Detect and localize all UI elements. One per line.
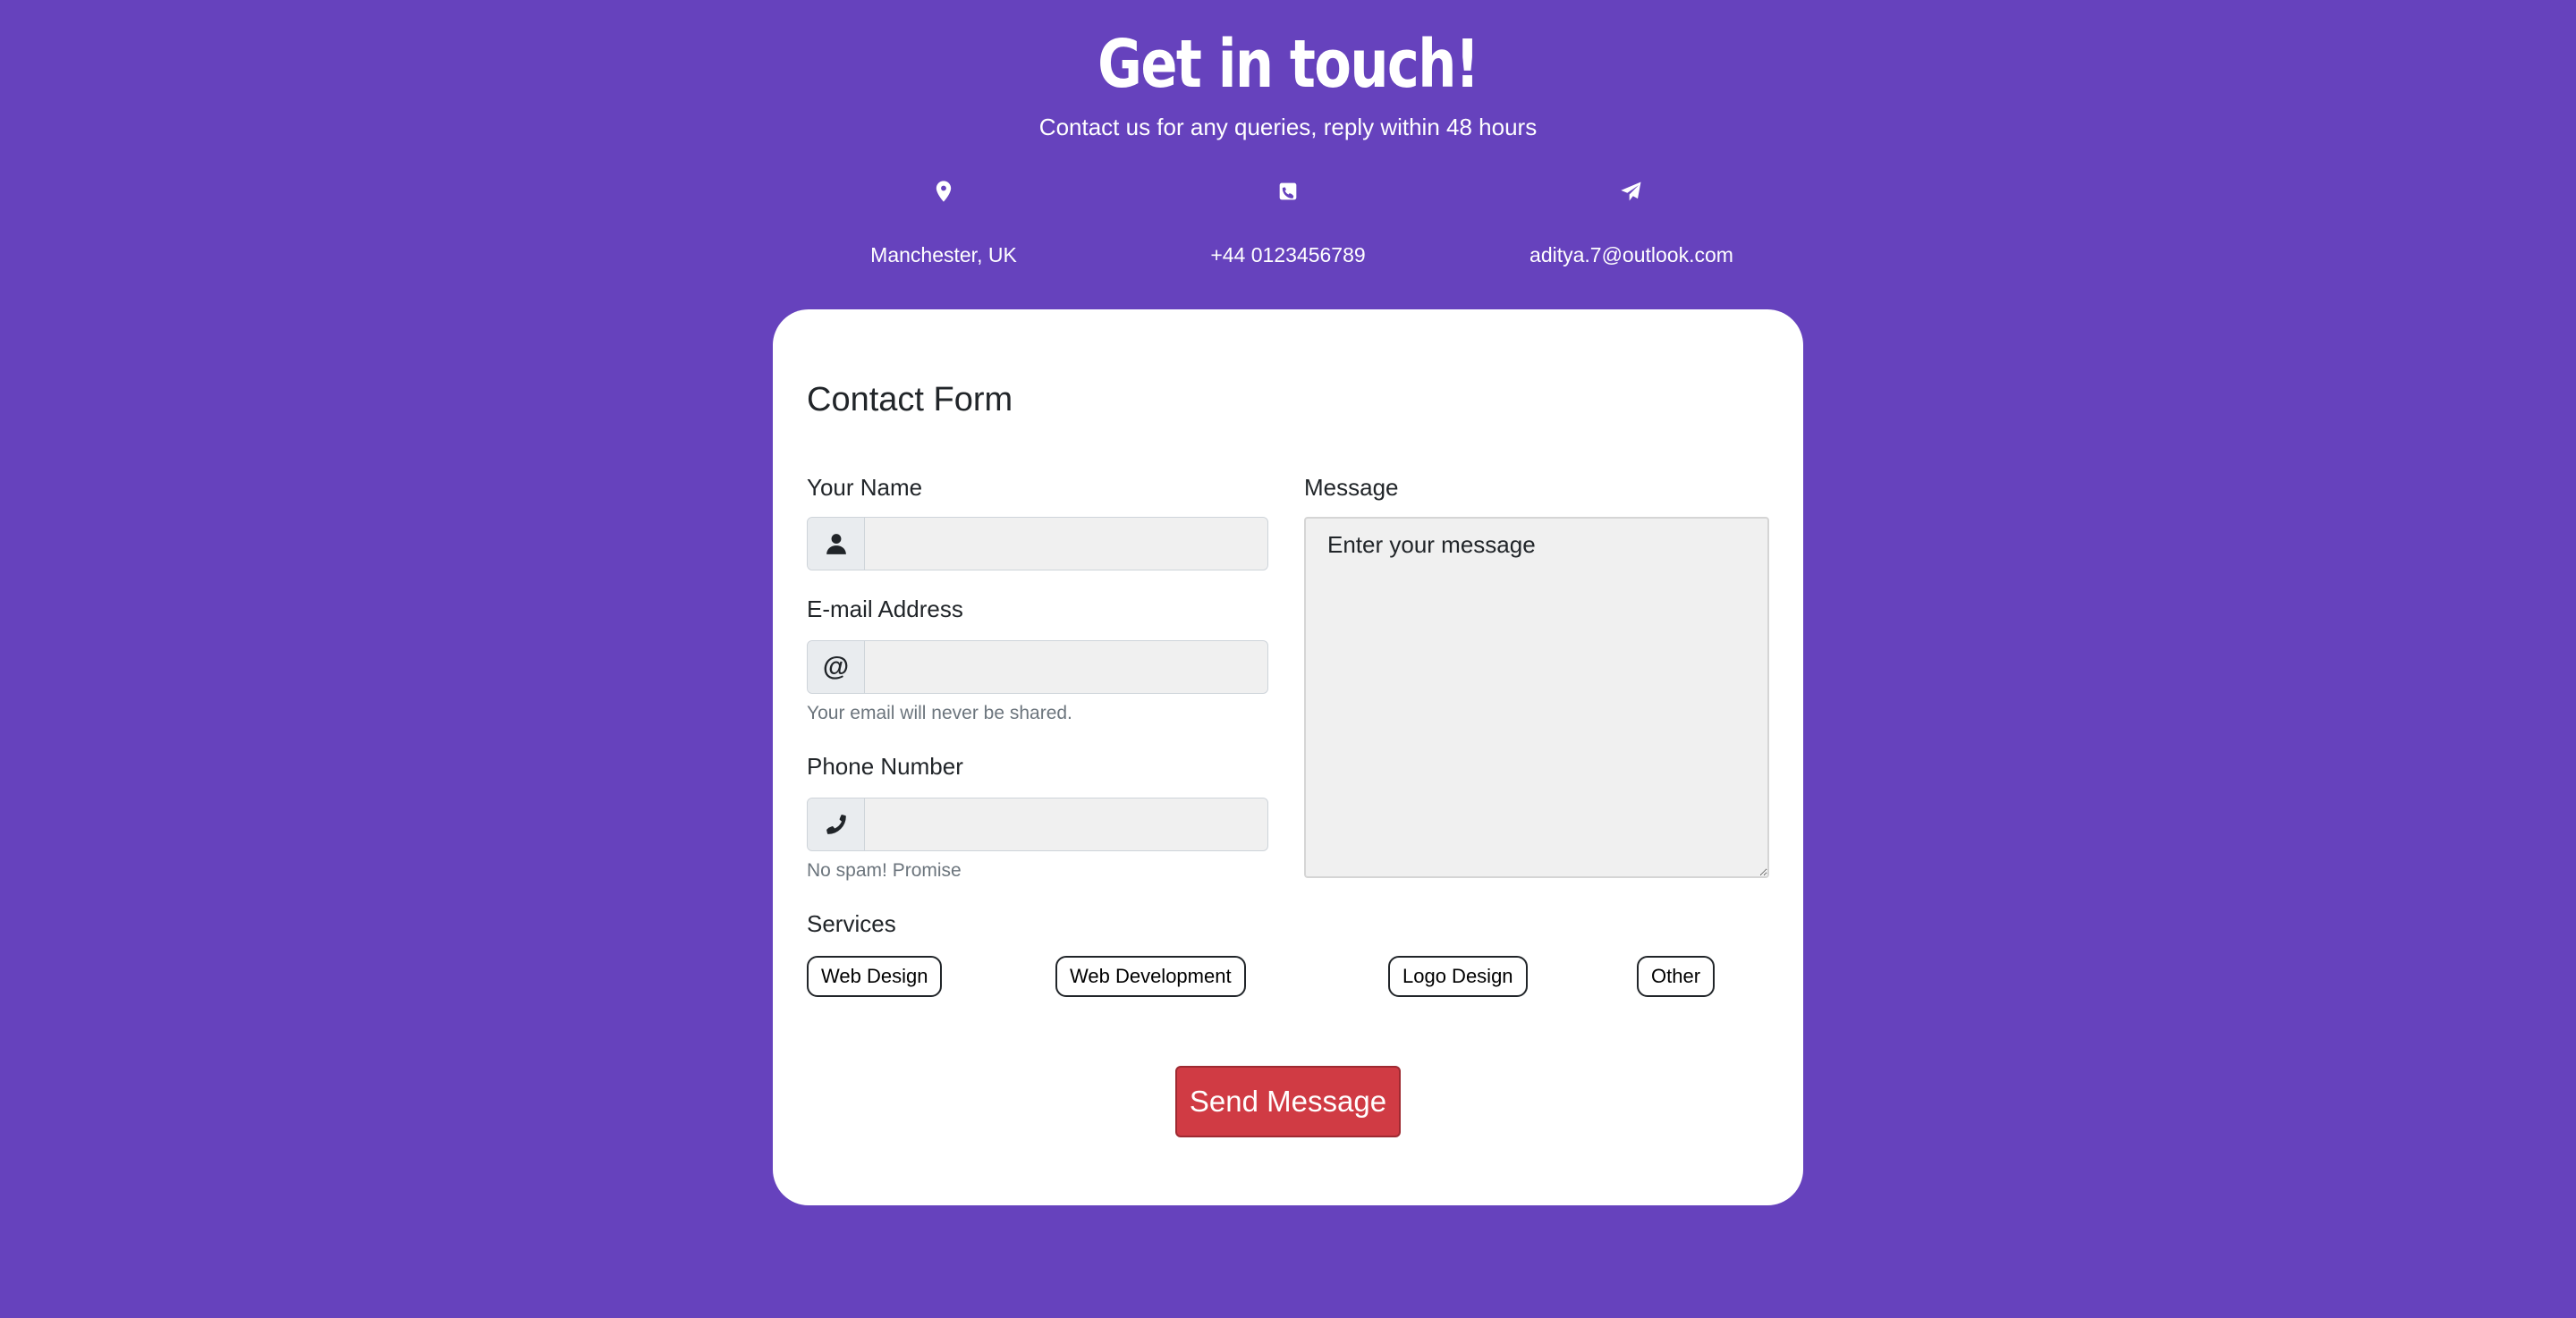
email-input[interactable] [865, 641, 1267, 693]
services-label: Services [807, 910, 896, 937]
service-logo-design[interactable]: Logo Design [1388, 956, 1528, 997]
service-other[interactable]: Other [1637, 956, 1716, 997]
phone-square-icon [1275, 179, 1301, 204]
form-title: Contact Form [807, 381, 1013, 418]
info-location: Manchester, UK [792, 179, 1096, 268]
phone-input[interactable] [865, 798, 1267, 850]
email-help-text: Your email will never be shared. [807, 703, 1072, 723]
send-message-button[interactable]: Send Message [1175, 1066, 1401, 1137]
service-web-design[interactable]: Web Design [807, 956, 943, 997]
map-pin-icon [931, 179, 956, 204]
page-subtitle: Contact us for any queries, reply within… [1038, 114, 1538, 140]
location-text: Manchester, UK [870, 243, 1017, 266]
phone-label: Phone Number [807, 753, 963, 780]
message-textarea[interactable] [1304, 517, 1769, 878]
email-label: E-mail Address [807, 596, 963, 622]
at-sign-text: @ [822, 652, 850, 681]
service-web-development[interactable]: Web Development [1055, 956, 1246, 997]
user-icon [808, 518, 865, 570]
name-label: Your Name [807, 474, 923, 501]
phone-icon [808, 798, 865, 850]
email-input-group: @ [807, 640, 1268, 694]
phone-help-text: No spam! Promise [807, 860, 962, 881]
phone-text: +44 0123456789 [1210, 243, 1366, 266]
email-text: aditya.7@outlook.com [1530, 243, 1733, 266]
at-sign-icon: @ [808, 641, 865, 693]
phone-input-group [807, 798, 1268, 851]
info-phone: +44 0123456789 [1136, 179, 1440, 268]
message-label: Message [1304, 474, 1399, 501]
page-title: Get in touch! [1097, 26, 1479, 103]
name-input-group [807, 517, 1268, 570]
paper-plane-icon [1619, 179, 1644, 204]
contact-form-card: Contact Form Your Name E-mail Address @ … [773, 309, 1803, 1205]
info-email: aditya.7@outlook.com [1479, 179, 1784, 268]
name-input[interactable] [865, 518, 1267, 570]
